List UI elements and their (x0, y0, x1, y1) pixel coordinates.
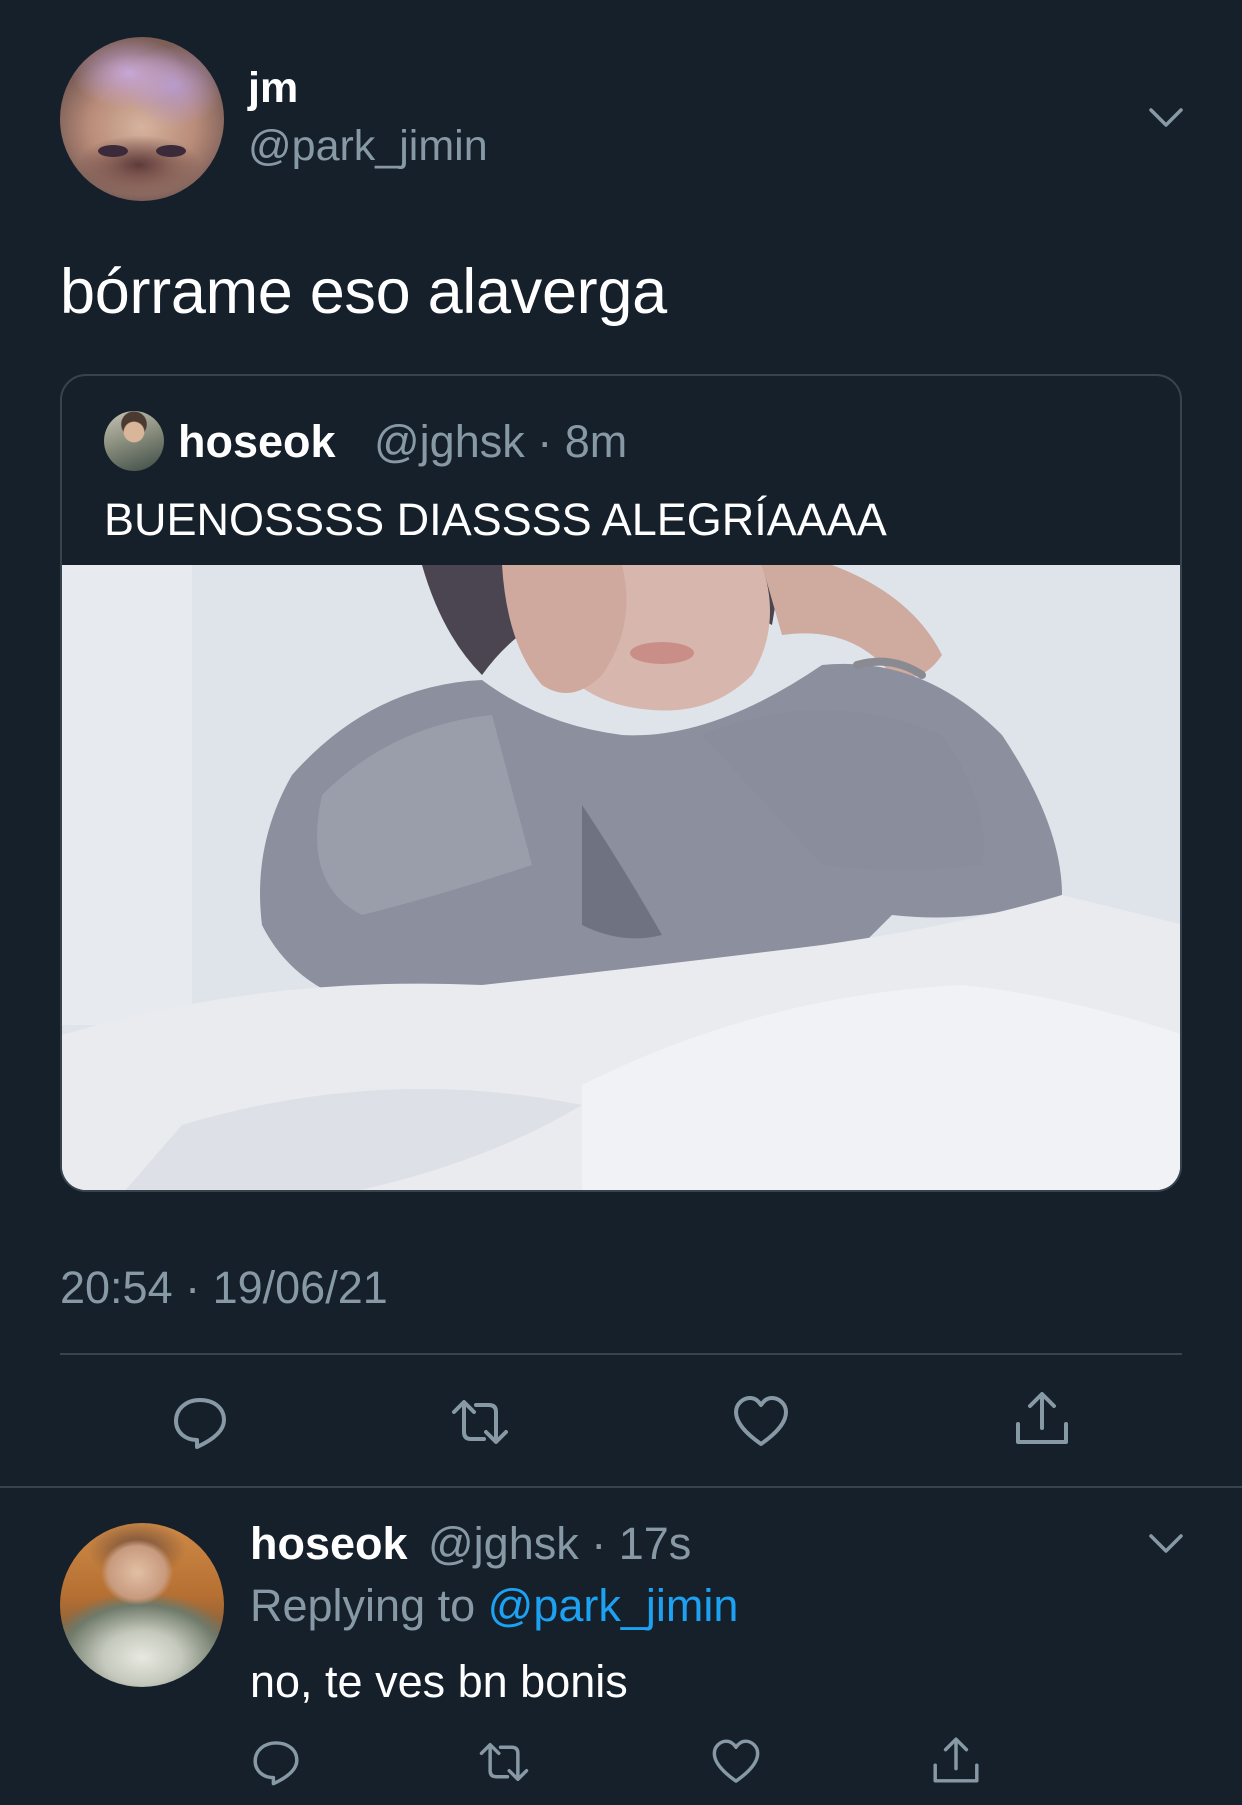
replying-to-mention[interactable]: @park_jimin (488, 1580, 739, 1631)
quoted-tweet-photo[interactable] (62, 565, 1180, 1190)
quoted-tweet-card[interactable]: hoseok @jghsk · 8m BUENOSSSS DIASSSS ALE… (60, 374, 1182, 1192)
quoted-author-name: hoseok (178, 416, 336, 467)
avatar-eye-right (156, 145, 186, 157)
reply-icon[interactable] (170, 1392, 230, 1452)
chevron-down-icon[interactable] (1145, 96, 1187, 138)
actions-divider (60, 1353, 1182, 1355)
quoted-author-handle: @jghsk · 8m (374, 416, 628, 467)
photo-illustration (62, 565, 1180, 1190)
reply-chevron-down-icon[interactable] (1145, 1522, 1187, 1564)
reply-retweet-icon[interactable] (478, 1736, 530, 1788)
reply-divider (0, 1486, 1242, 1488)
author-avatar[interactable] (60, 37, 224, 201)
replying-to-label: Replying to (250, 1580, 476, 1631)
reply-author-handle[interactable]: @jghsk · 17s (428, 1518, 691, 1570)
reply-author-name[interactable]: hoseok (250, 1518, 408, 1570)
author-display-name[interactable]: jm (248, 64, 298, 113)
tweet-timestamp: 20:54 · 19/06/21 (60, 1262, 388, 1313)
quoted-author-avatar (104, 411, 164, 471)
avatar-eye-left (98, 145, 128, 157)
tweet-text: bórrame eso alaverga (60, 257, 667, 327)
reply-like-icon[interactable] (710, 1736, 762, 1788)
author-handle[interactable]: @park_jimin (248, 122, 488, 171)
quoted-tweet-text: BUENOSSSS DIASSSS ALEGRÍAAAA (104, 494, 887, 545)
share-icon[interactable] (1012, 1388, 1072, 1448)
reply-text: no, te ves bn bonis (250, 1656, 628, 1707)
reply-share-icon[interactable] (930, 1734, 982, 1786)
tweet-detail-screen: jm @park_jimin bórrame eso alaverga hose… (0, 0, 1242, 1805)
like-icon[interactable] (731, 1392, 791, 1452)
retweet-icon[interactable] (450, 1392, 510, 1452)
replying-to-line: Replying to @park_jimin (250, 1580, 738, 1632)
reply-reply-icon[interactable] (250, 1736, 302, 1788)
reply-author-avatar[interactable] (60, 1523, 224, 1687)
